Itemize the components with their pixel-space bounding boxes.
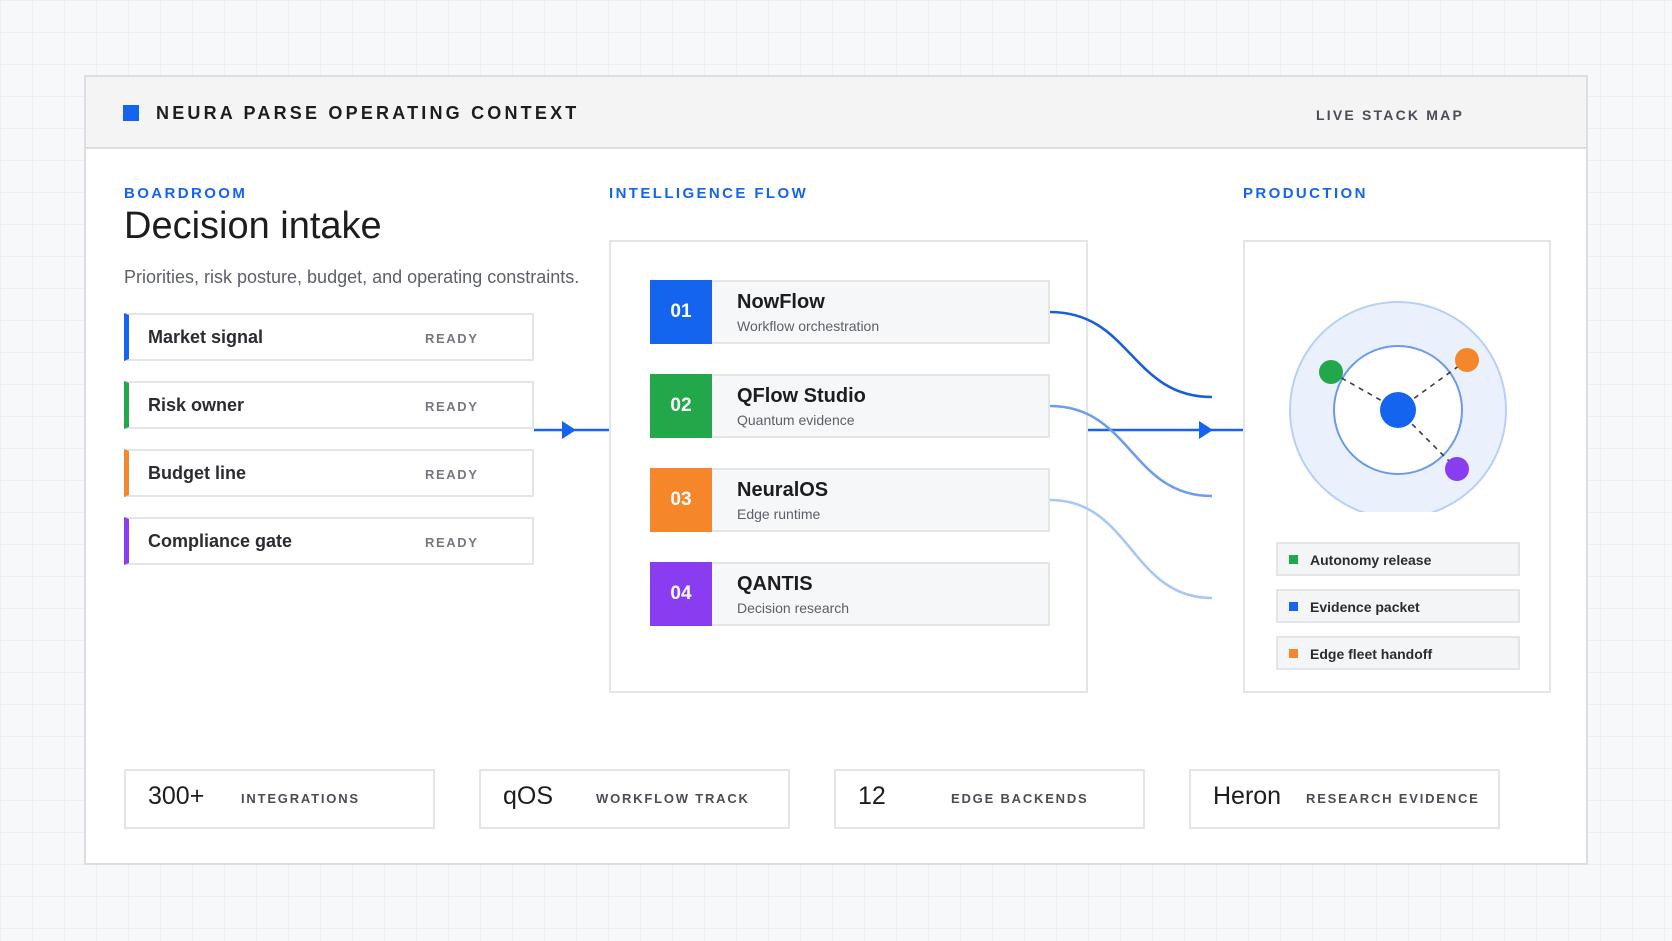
qflow-curve (1049, 404, 1213, 498)
stat-value: Heron (1213, 782, 1282, 810)
nowflow-curve (1049, 310, 1213, 399)
flow-connectors (534, 310, 1243, 600)
stat-label: RESEARCH EVIDENCE (1306, 791, 1480, 806)
neuralos-curve (1049, 498, 1213, 600)
stat-research-evidence: Heron RESEARCH EVIDENCE (1189, 769, 1500, 829)
stat-value: 300+ (148, 782, 205, 810)
stat-label: INTEGRATIONS (241, 791, 360, 806)
production-arrow-icon (1199, 421, 1213, 439)
operating-context-panel: NEURA PARSE OPERATING CONTEXT LIVE STACK… (84, 75, 1588, 865)
stat-workflow-track: qOS WORKFLOW TRACK (479, 769, 790, 829)
intake-arrow-icon (562, 421, 576, 439)
stat-edge-backends: 12 EDGE BACKENDS (834, 769, 1145, 829)
stat-integrations: 300+ INTEGRATIONS (124, 769, 435, 829)
stat-label: EDGE BACKENDS (951, 791, 1089, 806)
stat-label: WORKFLOW TRACK (596, 791, 750, 806)
stat-value: 12 (858, 782, 886, 810)
stat-value: qOS (503, 782, 554, 810)
